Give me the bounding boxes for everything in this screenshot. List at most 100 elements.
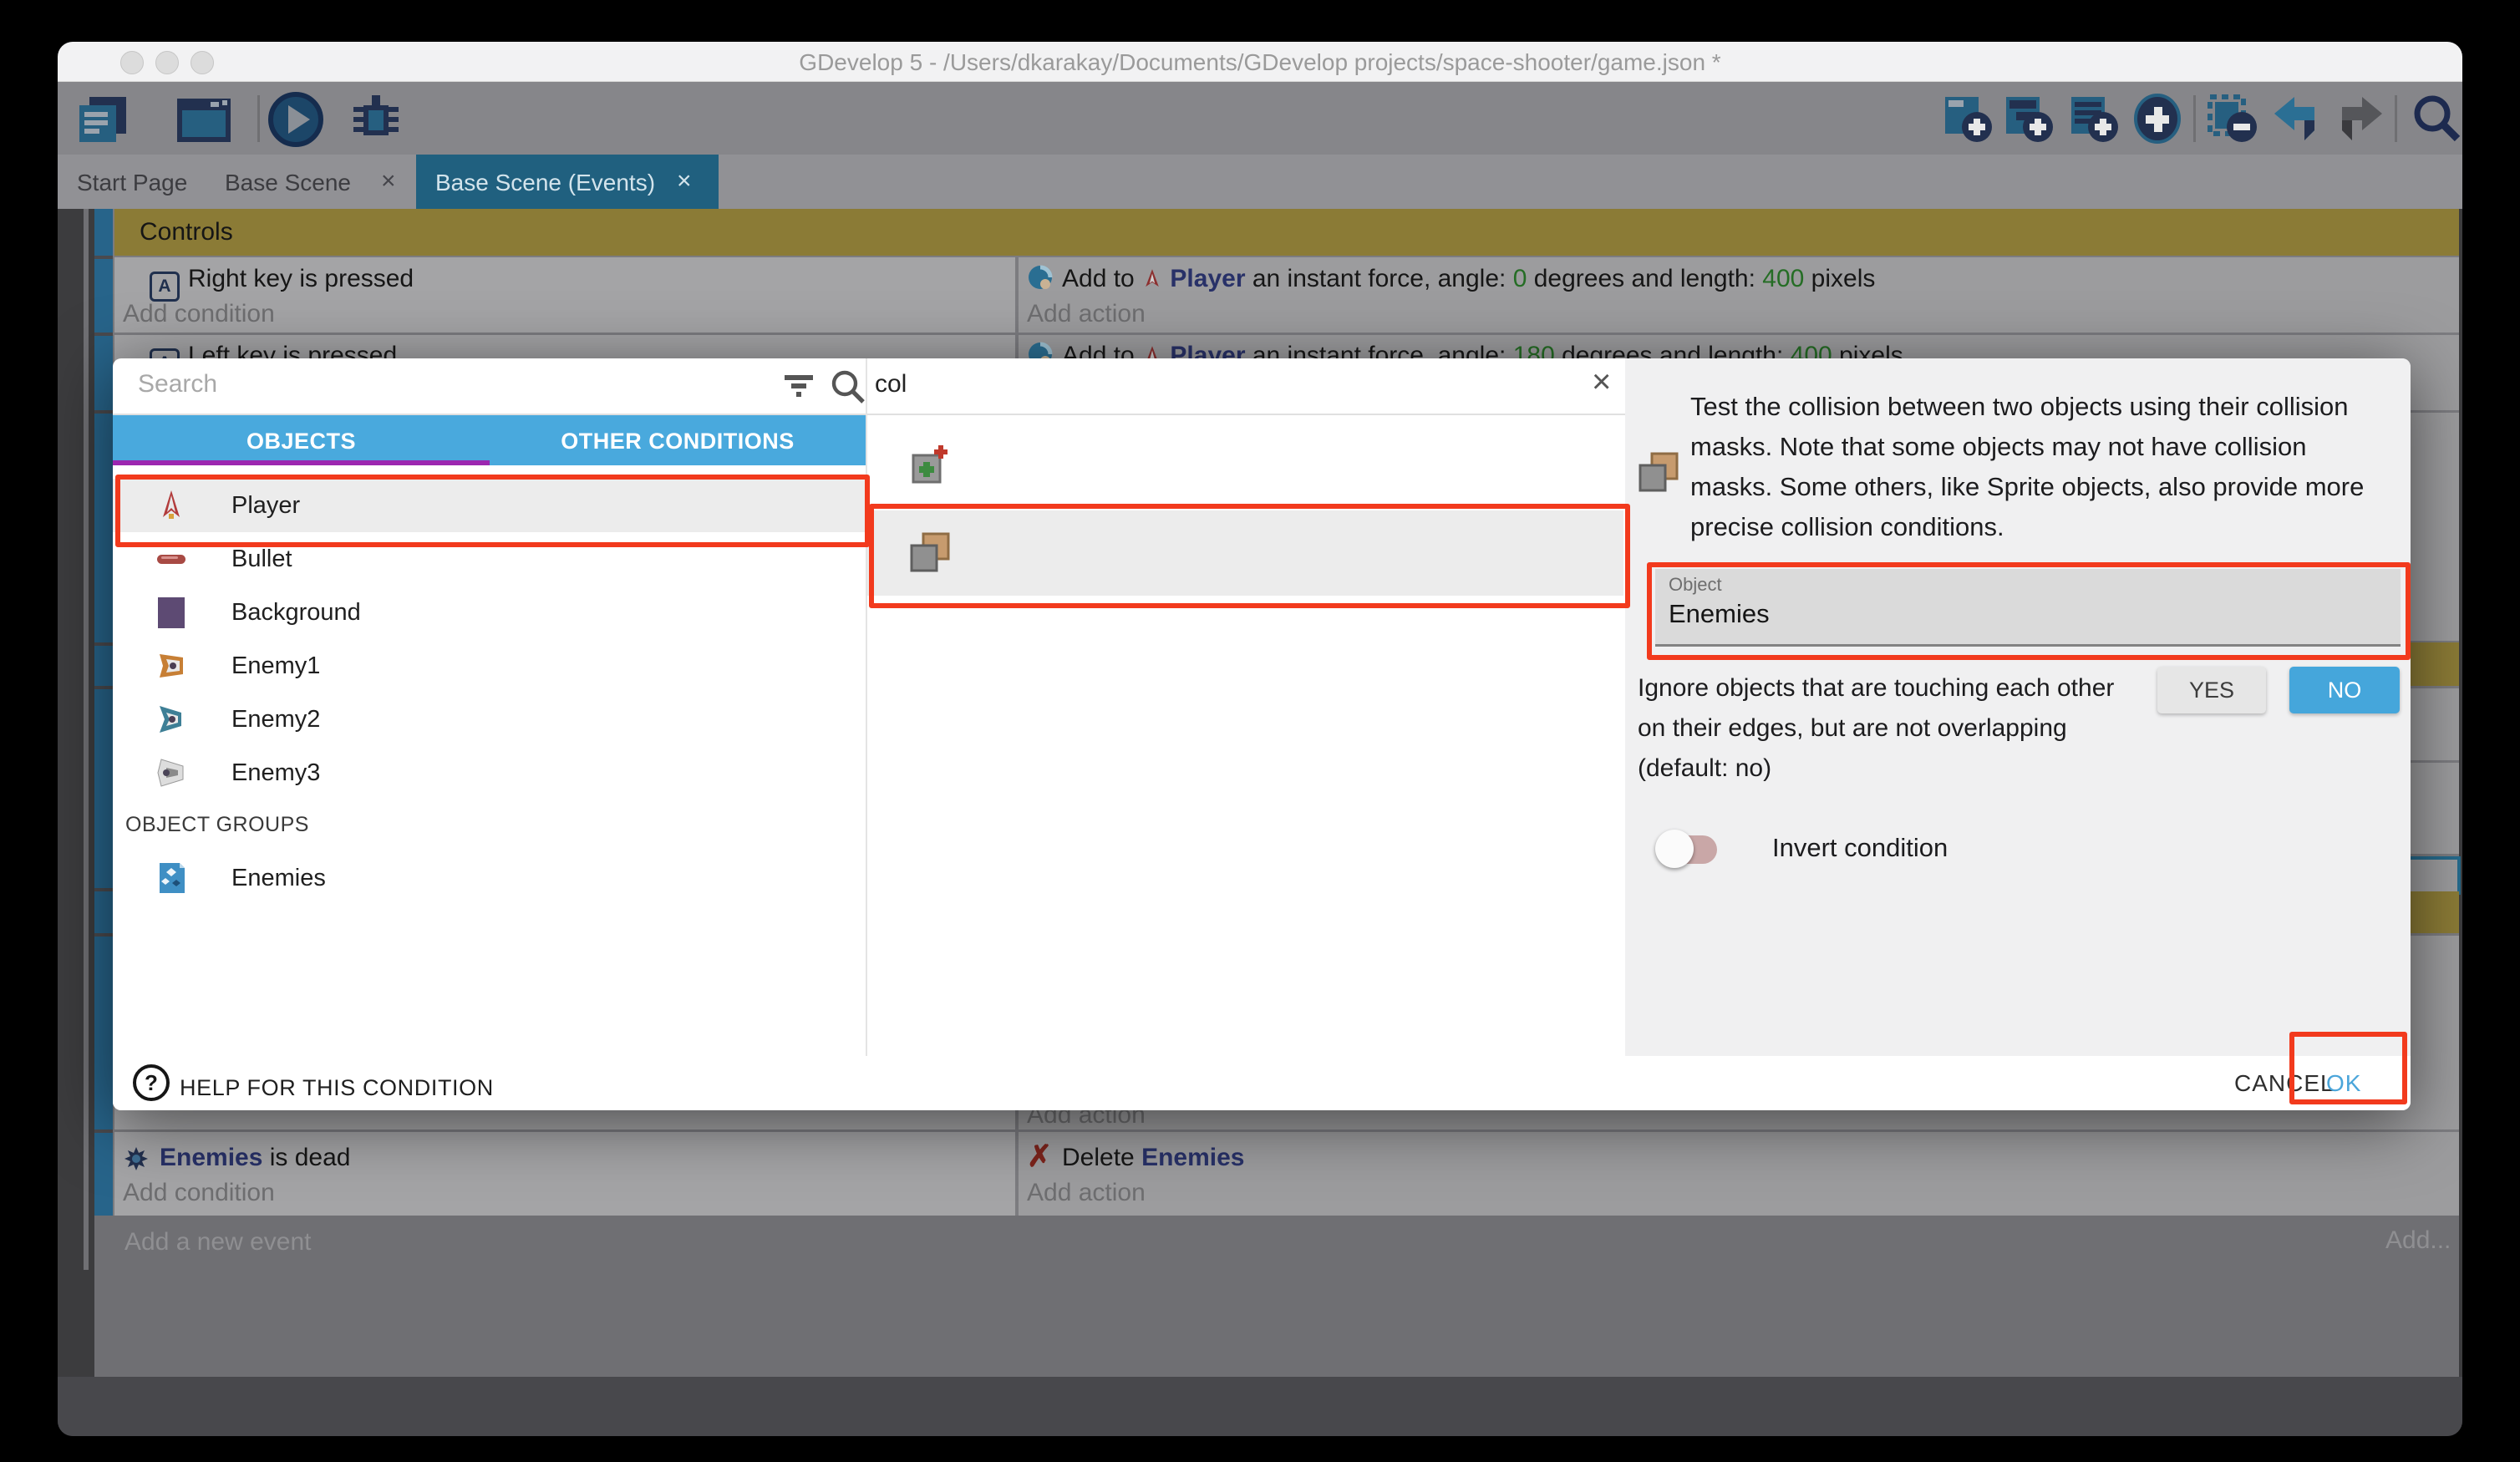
editor-tabbar: Start Page Base Scene × Base Scene (Even…	[58, 155, 2462, 209]
event-row-separator	[94, 1129, 113, 1133]
tab-label: Start Page	[77, 170, 187, 196]
add-condition-link[interactable]: Add condition	[123, 1179, 275, 1207]
condition-description: Test the collision between two objects u…	[1690, 387, 2392, 547]
event-group-controls[interactable]: Controls	[114, 209, 2459, 256]
event1-actions[interactable]: Add to Player an instant force, angle: 0…	[1019, 257, 2459, 333]
active-tab-underline	[113, 460, 490, 465]
app-window: GDevelop 5 - /Users/dkarakay/Documents/G…	[58, 42, 2462, 1436]
add-condition-link[interactable]: Add condition	[123, 300, 275, 328]
tab-label: OTHER CONDITIONS	[490, 429, 866, 454]
redo-icon[interactable]	[2334, 94, 2385, 144]
add-comment-icon[interactable]	[2068, 94, 2120, 144]
titlebar: GDevelop 5 - /Users/dkarakay/Documents/G…	[58, 42, 2462, 82]
debug-icon[interactable]	[347, 92, 405, 147]
help-button[interactable]: ? HELP FOR THIS CONDITION	[133, 1061, 651, 1104]
add-more-link[interactable]: Add...	[2385, 1226, 2451, 1255]
player-ship-icon	[1141, 268, 1163, 290]
event-row-separator	[94, 888, 113, 891]
dialog-footer: ? HELP FOR THIS CONDITION CANCEL OK	[113, 1056, 2411, 1110]
object-field-label: Object	[1669, 574, 1722, 596]
object-item-player[interactable]: Player	[113, 479, 866, 532]
event3-conditions[interactable]: Enemies is dead Add condition	[114, 1132, 1015, 1216]
player-ship-icon	[155, 489, 188, 522]
add-subevent-icon[interactable]	[2003, 94, 2055, 144]
group-item-enemies[interactable]: Enemies	[113, 851, 866, 905]
object-item-enemy1[interactable]: Enemy1	[113, 639, 866, 693]
choose-condition-dialog: Search OBJECTS OTHER CONDITIONS Player B…	[113, 358, 2411, 1110]
object-label: Enemies	[231, 865, 326, 892]
enemy1-ship-icon	[155, 649, 188, 683]
background-icon	[155, 596, 188, 629]
object-item-enemy3[interactable]: Enemy3	[113, 746, 866, 800]
result-point-inside-object[interactable]: Point inside object Collision	[867, 429, 1623, 505]
action-object: Enemies	[1141, 1144, 1244, 1171]
collision-icon	[907, 529, 953, 576]
toolbar-separator	[2395, 95, 2397, 142]
event-row-separator	[94, 686, 113, 689]
no-button[interactable]: NO	[2289, 667, 2400, 713]
group-title: Controls	[140, 218, 233, 246]
action-value: 400	[1762, 265, 1804, 292]
result-collision[interactable]: Collision Collision	[867, 510, 1623, 596]
window-title: GDevelop 5 - /Users/dkarakay/Documents/G…	[58, 49, 2462, 76]
object-item-enemy2[interactable]: Enemy2	[113, 693, 866, 746]
yes-button[interactable]: YES	[2157, 667, 2266, 713]
add-new-event-link[interactable]: Add a new event	[124, 1228, 312, 1256]
action-text: Delete	[1062, 1144, 1141, 1171]
filter-icon[interactable]	[781, 370, 816, 402]
add-circle-icon[interactable]	[2132, 94, 2184, 144]
collision-icon	[1635, 449, 1682, 495]
scene-editor-icon[interactable]	[170, 95, 237, 145]
explosion-icon	[123, 1145, 150, 1172]
toolbar-separator	[257, 95, 260, 142]
tab-base-scene[interactable]: Base Scene ×	[212, 155, 413, 209]
enemy3-ship-icon	[155, 756, 188, 789]
search-icon	[830, 368, 866, 405]
search-events-icon[interactable]	[2411, 94, 2462, 144]
tab-base-scene-events[interactable]: Base Scene (Events) ×	[416, 155, 719, 209]
clear-search-icon[interactable]: ×	[1592, 363, 1611, 401]
event-drag-rail[interactable]	[94, 209, 113, 1216]
toggle-knob[interactable]	[1655, 830, 1694, 868]
action-text: Add to	[1062, 265, 1141, 292]
tab-label: Base Scene	[225, 170, 351, 196]
help-icon: ?	[133, 1064, 170, 1101]
object-label: Player	[231, 492, 300, 520]
ok-button[interactable]: OK	[2326, 1070, 2361, 1097]
object-item-background[interactable]: Background	[113, 586, 866, 639]
object-label: Enemy2	[231, 706, 320, 734]
play-icon[interactable]	[268, 92, 323, 147]
object-field[interactable]: Object Enemies	[1655, 569, 2401, 647]
action-text: pixels	[1804, 265, 1875, 292]
keyboard-key-icon: A	[150, 272, 180, 302]
add-action-link[interactable]: Add action	[1027, 1179, 1146, 1207]
object-label: Background	[231, 599, 361, 627]
condition-text: is dead	[262, 1144, 350, 1171]
tab-start-page[interactable]: Start Page	[58, 155, 208, 209]
object-groups-header: OBJECT GROUPS	[125, 813, 309, 837]
ignore-edges-text: on their edges, but are not overlapping	[1638, 714, 2067, 743]
condition-search-input[interactable]: col	[875, 370, 907, 398]
object-label: Bullet	[231, 546, 292, 573]
add-action-link[interactable]: Add action	[1027, 300, 1146, 328]
delete-event-icon[interactable]	[2207, 94, 2258, 144]
tab-other-conditions[interactable]: OTHER CONDITIONS	[490, 415, 866, 465]
undo-icon[interactable]	[2271, 94, 2323, 144]
invert-condition-label: Invert condition	[1772, 833, 1948, 863]
close-tab-icon[interactable]: ×	[677, 167, 692, 195]
event3-actions[interactable]: ✗ Delete Enemies Add action	[1019, 1132, 2459, 1216]
action-value: 0	[1513, 265, 1527, 292]
add-event-icon[interactable]	[1942, 94, 1994, 144]
object-label: Enemy1	[231, 652, 320, 680]
search-input[interactable]: Search	[138, 370, 217, 398]
tab-label: Base Scene (Events)	[435, 170, 655, 196]
object-label: Enemy3	[231, 759, 320, 787]
cancel-button[interactable]: CANCEL	[2234, 1070, 2335, 1097]
tab-objects[interactable]: OBJECTS	[113, 415, 490, 465]
project-manager-icon[interactable]	[73, 95, 146, 145]
event1-conditions[interactable]: ARight key is pressed Add condition	[114, 257, 1015, 333]
object-item-bullet[interactable]: Bullet	[113, 532, 866, 586]
close-tab-icon[interactable]: ×	[381, 167, 396, 195]
enemies-group-icon	[155, 861, 188, 895]
ignore-edges-text: Ignore objects that are touching each ot…	[1638, 674, 2114, 703]
